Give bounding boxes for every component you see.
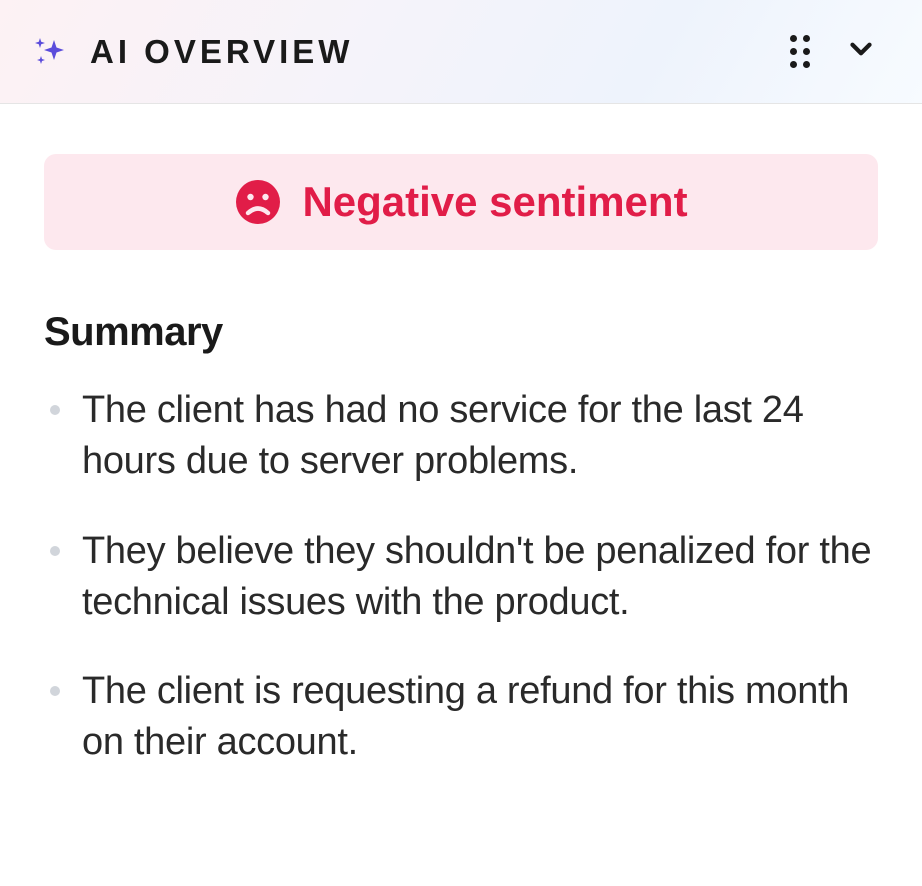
page-title: AI OVERVIEW [90,33,353,71]
content-area: Negative sentiment Summary The client ha… [0,104,922,857]
bullet-icon [50,546,60,556]
list-item: The client has had no service for the la… [44,385,878,488]
summary-text: They believe they shouldn't be penalized… [82,526,878,629]
bullet-icon [50,405,60,415]
summary-list: The client has had no service for the la… [44,385,878,769]
sentiment-banner: Negative sentiment [44,154,878,250]
header-controls [790,28,882,75]
list-item: The client is requesting a refund for th… [44,666,878,769]
list-item: They believe they shouldn't be penalized… [44,526,878,629]
chevron-down-icon[interactable] [840,28,882,75]
header-left-group: AI OVERVIEW [30,32,353,72]
frown-face-icon [234,178,282,226]
summary-text: The client has had no service for the la… [82,385,878,488]
sentiment-label: Negative sentiment [302,178,687,226]
summary-heading: Summary [44,310,878,355]
ai-overview-header: AI OVERVIEW [0,0,922,104]
bullet-icon [50,686,60,696]
summary-text: The client is requesting a refund for th… [82,666,878,769]
drag-handle-icon[interactable] [790,35,810,68]
sparkle-icon [30,32,70,72]
